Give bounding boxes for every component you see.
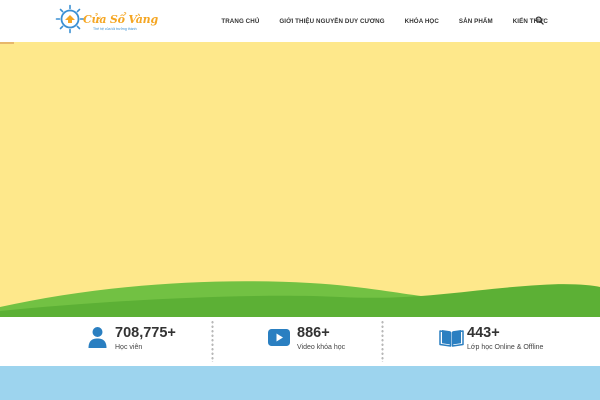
site-logo[interactable]: Cửa Sổ Vàng Thế hệ của tôi trưởng thành — [55, 4, 158, 38]
stat-classes-value: 443+ — [467, 325, 500, 341]
search-icon[interactable] — [535, 16, 544, 25]
user-icon — [88, 327, 107, 348]
main-navigation: TRANG CHỦ GIỚI THIỆU NGUYỄN DUY CƯƠNG KH… — [201, 0, 548, 42]
logo-name: Cửa Sổ Vàng — [83, 13, 158, 26]
sun-logo-icon — [55, 4, 85, 34]
stat-videos-label: Video khóa học — [297, 344, 346, 351]
nav-item-products[interactable]: SẢN PHẨM — [459, 18, 493, 25]
nav-item-courses[interactable]: KHÓA HỌC — [405, 18, 439, 25]
next-section-band — [0, 366, 600, 400]
hero-banner — [0, 42, 600, 317]
stat-classes-label: Lớp học Online & Offline — [467, 344, 544, 351]
stats-bar: 708,775+ Học viên 886+ Video khóa học 44… — [0, 317, 600, 366]
nav-item-home[interactable]: TRANG CHỦ — [221, 18, 259, 25]
hero-accent-line — [0, 42, 14, 44]
nav-item-about[interactable]: GIỚI THIỆU NGUYỄN DUY CƯƠNG — [279, 18, 384, 25]
play-icon — [268, 329, 290, 346]
green-hills-illustration — [0, 281, 600, 317]
site-header: Cửa Sổ Vàng Thế hệ của tôi trưởng thành … — [0, 0, 600, 42]
book-icon — [439, 330, 464, 347]
stat-students-label: Học viên — [115, 344, 143, 351]
stat-videos: 886+ Video khóa học — [214, 317, 382, 366]
stat-videos-value: 886+ — [297, 325, 330, 341]
stat-students-value: 708,775+ — [115, 325, 176, 341]
stat-classes: 443+ Lớp học Online & Offline — [384, 317, 600, 366]
stat-students: 708,775+ Học viên — [0, 317, 212, 366]
logo-tagline: Thế hệ của tôi trưởng thành — [93, 27, 137, 31]
